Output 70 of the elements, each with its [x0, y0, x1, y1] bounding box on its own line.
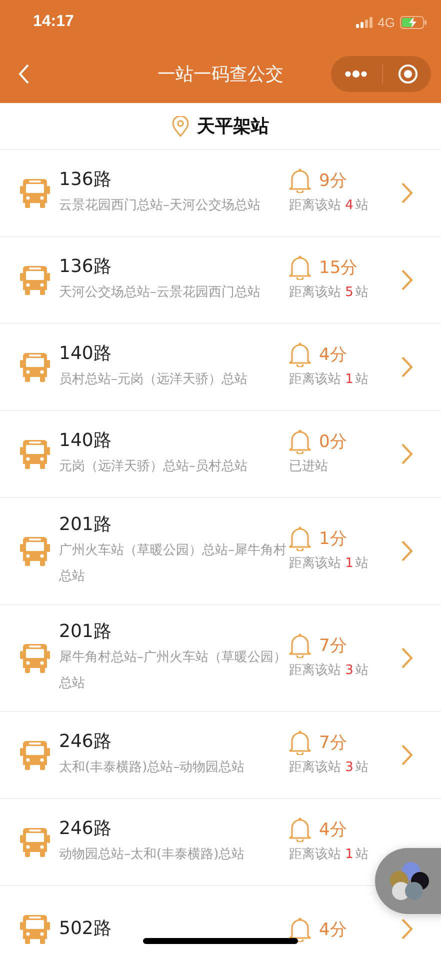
location-pin-icon: [172, 116, 189, 136]
stop-distance: 距离该站 5 站: [289, 284, 368, 302]
route-name: 136路: [59, 255, 112, 279]
bus-icon: [20, 739, 50, 771]
route-name: 140路: [59, 342, 112, 366]
chevron-right-icon[interactable]: [401, 918, 413, 940]
app-logo-icon: [388, 860, 430, 902]
route-direction: 太和(丰泰横路)总站–动物园总站: [59, 759, 245, 777]
stop-distance: 距离该站 1 站: [289, 554, 368, 572]
arrival-time: 4分: [319, 818, 347, 840]
route-row[interactable]: 201路 犀牛角村总站–广州火车站（草暖公园）总站 7分 距离该站 3 站: [0, 605, 441, 712]
bus-icon: [20, 438, 50, 470]
station-name: 天平架站: [197, 115, 269, 138]
arrival-time: 4分: [319, 344, 347, 366]
bell-icon[interactable]: [289, 916, 311, 942]
status-time: 14:17: [33, 13, 74, 31]
chevron-right-icon[interactable]: [401, 182, 413, 204]
route-name: 140路: [59, 429, 112, 453]
bus-icon: [20, 826, 50, 858]
route-row[interactable]: 246路 太和(丰泰横路)总站–动物园总站 7分 距离该站 3 站: [0, 712, 441, 799]
route-name: 502路: [59, 917, 112, 941]
stop-distance: 距离该站 3 站: [289, 758, 368, 776]
bus-icon: [20, 913, 50, 945]
route-name: 246路: [59, 730, 112, 754]
route-name: 201路: [59, 620, 112, 644]
arrival-time: 4分: [319, 918, 347, 940]
bus-icon: [20, 351, 50, 383]
signal-icon: [356, 16, 373, 28]
route-row[interactable]: 201路 广州火车站（草暖公园）总站–犀牛角村总站 1分 距离该站 1 站: [0, 498, 441, 605]
battery-charging-icon: [400, 16, 427, 28]
route-direction: 犀牛角村总站–广州火车站（草暖公园）总站: [59, 649, 287, 693]
arrival-time: 15分: [319, 256, 358, 278]
more-icon[interactable]: [344, 70, 368, 78]
chevron-right-icon[interactable]: [401, 744, 413, 766]
route-name: 136路: [59, 168, 112, 192]
route-direction: 天河公交场总站–云景花园西门总站: [59, 284, 260, 302]
route-direction: 云景花园西门总站–天河公交场总站: [59, 197, 260, 215]
chevron-right-icon[interactable]: [401, 540, 413, 562]
stop-distance: 距离该站 3 站: [289, 662, 368, 680]
arrival-time: 9分: [319, 170, 347, 192]
route-row[interactable]: 136路 云景花园西门总站–天河公交场总站 9分 距离该站 4站: [0, 150, 441, 237]
route-direction: 元岗（远洋天骄）总站–员村总站: [59, 458, 248, 476]
route-row[interactable]: 136路 天河公交场总站–云景花园西门总站 15分 距离该站 5 站: [0, 237, 441, 324]
arrival-time: 7分: [319, 634, 347, 656]
chevron-right-icon[interactable]: [401, 443, 413, 465]
bus-icon: [20, 177, 50, 209]
network-label: 4G: [378, 14, 395, 30]
arrival-time: 7分: [319, 732, 347, 754]
route-direction: 动物园总站–太和(丰泰横路)总站: [59, 846, 245, 864]
route-direction: 广州火车站（草暖公园）总站–犀牛角村总站: [59, 542, 287, 586]
arrived-status: 已进站: [289, 458, 328, 476]
chevron-right-icon[interactable]: [401, 647, 413, 669]
chevron-right-icon[interactable]: [401, 269, 413, 291]
bus-icon: [20, 264, 50, 296]
route-row[interactable]: 140路 员村总站–元岗（远洋天骄）总站 4分 距离该站 1 站: [0, 324, 441, 411]
back-icon[interactable]: [18, 64, 30, 84]
stop-distance: 距离该站 1 站: [289, 370, 368, 388]
bus-icon: [20, 642, 50, 674]
arrival-time: 0分: [319, 430, 347, 452]
floating-button[interactable]: [375, 848, 441, 914]
route-name: 246路: [59, 817, 112, 841]
stop-distance: 距离该站 4站: [289, 196, 368, 214]
bus-icon: [20, 535, 50, 567]
stop-distance: 距离该站 1 站: [289, 846, 368, 864]
route-row[interactable]: 140路 元岗（远洋天骄）总站–员村总站 0分 已进站: [0, 411, 441, 498]
page-title: 一站一码查公交: [156, 62, 284, 86]
route-name: 201路: [59, 513, 112, 537]
arrival-time: 1分: [319, 528, 347, 550]
chevron-right-icon[interactable]: [401, 356, 413, 378]
route-direction: 员村总站–元岗（远洋天骄）总站: [59, 371, 248, 389]
